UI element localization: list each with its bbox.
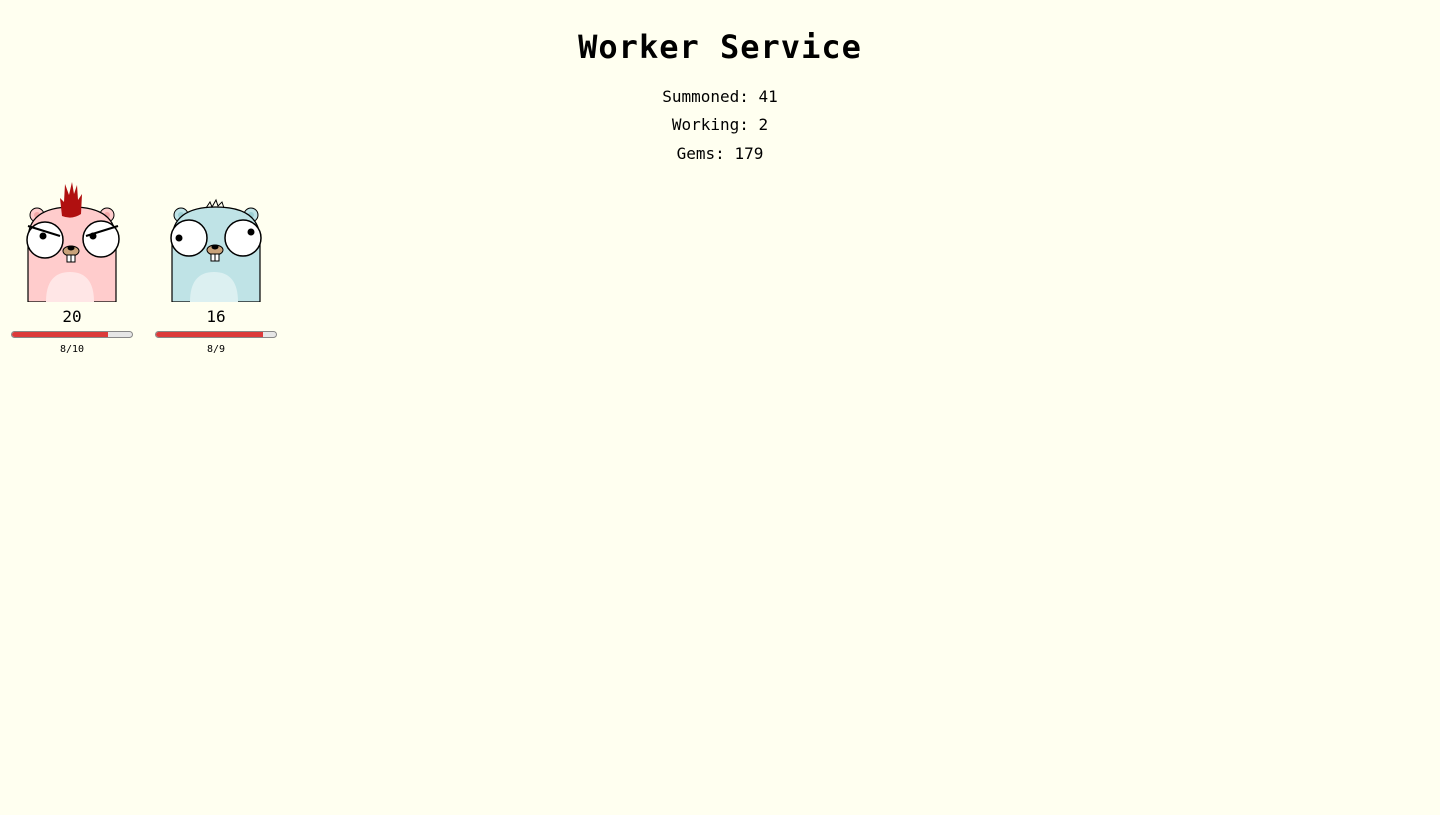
- summoned-count: Summoned: 41: [662, 87, 778, 106]
- worker-progress-fill: [12, 332, 108, 337]
- worker-level: 20: [62, 307, 82, 326]
- worker-progress-text: 8/10: [59, 344, 85, 355]
- worker-level: 16: [206, 307, 226, 326]
- worker-service-page: Worker Service Summoned: 41 Working: 2 G…: [0, 0, 1440, 815]
- gems-count: Gems: 179: [676, 144, 764, 163]
- worker-progress-text: 8/9: [206, 344, 226, 355]
- worker-card[interactable]: 20 8/10: [10, 180, 134, 360]
- blue-gopher-icon[interactable]: [166, 180, 266, 302]
- worker-progress-bar: [155, 331, 277, 338]
- angry-pink-gopher-icon[interactable]: [22, 180, 122, 302]
- page-title: Worker Service: [578, 28, 862, 66]
- worker-progress-bar: [11, 331, 133, 338]
- worker-progress-fill: [156, 332, 263, 337]
- working-count: Working: 2: [671, 115, 769, 134]
- worker-card[interactable]: 16 8/9: [154, 180, 278, 360]
